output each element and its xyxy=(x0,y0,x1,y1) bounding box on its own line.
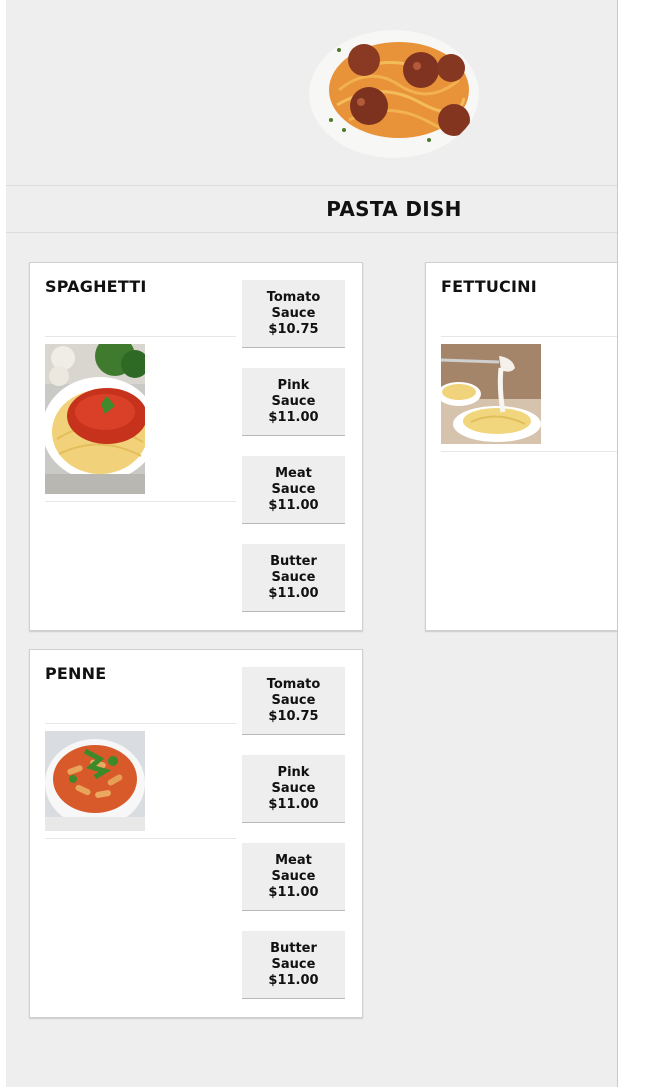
divider xyxy=(45,838,236,839)
sauce-label: Sauce xyxy=(271,305,316,321)
butter-sauce-button[interactable]: Butter Sauce $11.00 xyxy=(242,931,345,999)
penne-image xyxy=(45,731,145,831)
sauce-name: Meat xyxy=(275,465,312,481)
menu-card-spaghetti: SPAGHETTI Tomato Sauce $10.75 Pink Sauce… xyxy=(29,262,363,631)
menu-card-penne: PENNE Tomato Sauce $10.75 Pink Sauce $11… xyxy=(29,649,363,1018)
sauce-label: Sauce xyxy=(271,868,316,884)
tomato-sauce-button[interactable]: Tomato Sauce $10.75 xyxy=(242,667,345,735)
spaghetti-image xyxy=(45,344,145,494)
dish-name: SPAGHETTI xyxy=(45,277,147,296)
sauce-name: Tomato xyxy=(266,676,321,692)
page-title: PASTA DISH xyxy=(326,197,462,221)
meat-sauce-button[interactable]: Meat Sauce $11.00 xyxy=(242,456,345,524)
divider xyxy=(45,336,236,337)
sauce-label: Sauce xyxy=(271,569,316,585)
tomato-sauce-button[interactable]: Tomato Sauce $10.75 xyxy=(242,280,345,348)
sauce-price: $11.00 xyxy=(268,585,319,601)
divider xyxy=(441,451,617,452)
menu-page: PASTA DISH SPAGHETTI Tomato Sauce $10.75… xyxy=(6,0,618,1087)
sauce-name: Butter xyxy=(270,940,317,956)
sauce-name: Butter xyxy=(270,553,317,569)
divider xyxy=(45,723,236,724)
section-header: PASTA DISH xyxy=(6,185,617,233)
sauce-label: Sauce xyxy=(271,692,316,708)
menu-card-fettucini: FETTUCINI xyxy=(425,262,617,631)
dish-name: FETTUCINI xyxy=(441,277,537,296)
sauce-label: Sauce xyxy=(271,481,316,497)
sauce-name: Tomato xyxy=(266,289,321,305)
meat-sauce-button[interactable]: Meat Sauce $11.00 xyxy=(242,843,345,911)
sauce-price: $11.00 xyxy=(268,972,319,988)
butter-sauce-button[interactable]: Butter Sauce $11.00 xyxy=(242,544,345,612)
sauce-price: $11.00 xyxy=(268,884,319,900)
sauce-label: Sauce xyxy=(271,393,316,409)
sauce-price: $10.75 xyxy=(268,708,319,724)
sauce-name: Pink xyxy=(277,377,310,393)
sauce-label: Sauce xyxy=(271,956,316,972)
pink-sauce-button[interactable]: Pink Sauce $11.00 xyxy=(242,755,345,823)
sauce-name: Meat xyxy=(275,852,312,868)
sauce-price: $11.00 xyxy=(268,796,319,812)
divider xyxy=(45,501,236,502)
sauce-price: $11.00 xyxy=(268,497,319,513)
divider xyxy=(441,336,617,337)
sauce-price: $10.75 xyxy=(268,321,319,337)
dish-name: PENNE xyxy=(45,664,107,683)
hero-section xyxy=(6,0,617,185)
sauce-label: Sauce xyxy=(271,780,316,796)
sauce-name: Pink xyxy=(277,764,310,780)
sauce-price: $11.00 xyxy=(268,409,319,425)
fettucini-image xyxy=(441,344,541,444)
pink-sauce-button[interactable]: Pink Sauce $11.00 xyxy=(242,368,345,436)
hero-dish-image xyxy=(309,30,479,158)
